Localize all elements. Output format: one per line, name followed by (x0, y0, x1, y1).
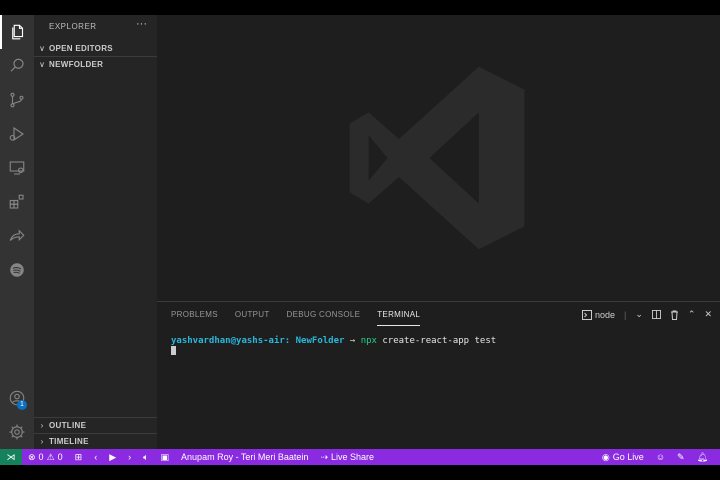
warning-icon: ⚠ (46, 451, 55, 462)
panel-tabs: PROBLEMS OUTPUT DEBUG CONSOLE TERMINAL (171, 310, 421, 326)
terminal-arrow: → (349, 336, 356, 346)
notifications-icon[interactable]: 🔔︎ (691, 452, 714, 463)
remote-icon: ⋊ (6, 451, 16, 462)
status-right: ◉ Go Live ☺ ✎ 🔔︎ (596, 449, 714, 465)
device-icon[interactable]: ▣ (155, 452, 176, 463)
split-terminal-icon[interactable] (651, 310, 661, 319)
chevron-down-icon: ∨ (39, 43, 45, 53)
search-icon[interactable] (0, 49, 34, 83)
spotify-library-icon[interactable]: ⊞ (69, 452, 89, 463)
source-control-icon[interactable] (0, 83, 34, 117)
terminal-dir: NewFolder (295, 336, 345, 346)
account-badge: 1 (17, 400, 27, 410)
timeline-section[interactable]: › TIMELINE (34, 433, 157, 449)
broadcast-icon: ◉ (601, 451, 610, 462)
remote-indicator[interactable]: ⋊ (0, 449, 22, 465)
terminal-command: create-react-app test (382, 336, 497, 346)
error-icon: ⊗ (28, 451, 36, 462)
go-live-button[interactable]: ◉ Go Live (596, 452, 650, 463)
explorer-sidebar: EXPLORER ··· ∨ OPEN EDITORS ∨ NEWFOLDER … (34, 15, 157, 449)
bottom-panel: PROBLEMS OUTPUT DEBUG CONSOLE TERMINAL n… (157, 301, 720, 449)
maximize-panel-icon[interactable]: ⌃ (688, 309, 696, 320)
outline-section[interactable]: › OUTLINE (34, 417, 157, 433)
more-actions-button[interactable]: ··· (136, 18, 147, 30)
editor-area[interactable] (157, 15, 720, 301)
vscode-logo-watermark (349, 66, 525, 250)
open-editors-label: OPEN EDITORS (49, 43, 113, 53)
tab-output[interactable]: OUTPUT (235, 310, 270, 326)
outline-label: OUTLINE (49, 421, 87, 430)
error-count: 0 (38, 452, 44, 462)
terminal-user: yashvardhan@yashs-air: (171, 336, 291, 346)
status-bar: ⋊ ⊗ 0 ⚠ 0 ⊞ ‹ ▶ › 🔈︎ ▣ Anupam Roy - Teri… (0, 449, 720, 465)
terminal-prompt-line: yashvardhan@yashs-air: NewFolder → npx c… (171, 336, 496, 346)
open-editors-section[interactable]: ∨ OPEN EDITORS (34, 40, 157, 56)
live-share-icon[interactable] (0, 219, 34, 253)
trash-icon[interactable] (670, 310, 679, 320)
extensions-icon[interactable] (0, 185, 34, 219)
explorer-title: EXPLORER (49, 22, 97, 31)
folder-label: NEWFOLDER (49, 60, 104, 69)
problems-status[interactable]: ⊗ 0 ⚠ 0 (22, 452, 69, 463)
chevron-right-icon: › (40, 421, 44, 430)
go-live-label: Go Live (612, 452, 644, 462)
previous-track-icon[interactable]: ‹ (88, 452, 103, 462)
terminal-cursor (171, 346, 176, 355)
chevron-down-icon: ∨ (39, 60, 45, 69)
now-playing[interactable]: Anupam Roy - Teri Meri Baatein (175, 452, 314, 462)
warning-count: 0 (57, 452, 63, 462)
terminal-selector[interactable]: node (581, 309, 616, 320)
tab-problems[interactable]: PROBLEMS (171, 310, 218, 326)
timeline-label: TIMELINE (49, 437, 89, 446)
remote-explorer-icon[interactable] (0, 151, 34, 185)
live-share-button[interactable]: ⇢ Live Share (314, 452, 380, 463)
activity-bar: 1 (0, 15, 34, 449)
terminal-npx: npx (360, 336, 377, 346)
accounts-icon[interactable]: ☺ (650, 452, 671, 462)
run-debug-icon[interactable] (0, 117, 34, 151)
folder-section[interactable]: ∨ NEWFOLDER (34, 56, 157, 72)
next-track-icon[interactable]: › (122, 452, 137, 462)
divider: | (624, 309, 627, 320)
explorer-icon[interactable] (0, 15, 34, 49)
vscode-window: 1 EXPLORER ··· ∨ OPEN EDITORS ∨ NEWFOLDE… (0, 15, 720, 465)
tab-debug-console[interactable]: DEBUG CONSOLE (287, 310, 361, 326)
live-share-label: Live Share (330, 452, 375, 462)
terminal-name: node (594, 309, 616, 320)
live-share-icon: ⇢ (320, 451, 328, 462)
terminal-icon (581, 309, 592, 320)
panel-actions: node | ⌄ ⌃ ✕ (581, 309, 712, 320)
feedback-icon[interactable]: ✎ (671, 452, 691, 463)
tab-terminal[interactable]: TERMINAL (377, 310, 421, 326)
chevron-down-icon[interactable]: ⌄ (635, 309, 643, 320)
close-icon[interactable]: ✕ (704, 309, 712, 320)
chevron-right-icon: › (40, 437, 44, 446)
gear-icon[interactable] (0, 415, 34, 449)
play-icon[interactable]: ▶ (103, 452, 122, 463)
volume-icon[interactable]: 🔈︎ (137, 452, 154, 463)
account-icon[interactable]: 1 (0, 381, 34, 415)
spotify-icon[interactable] (0, 253, 34, 287)
